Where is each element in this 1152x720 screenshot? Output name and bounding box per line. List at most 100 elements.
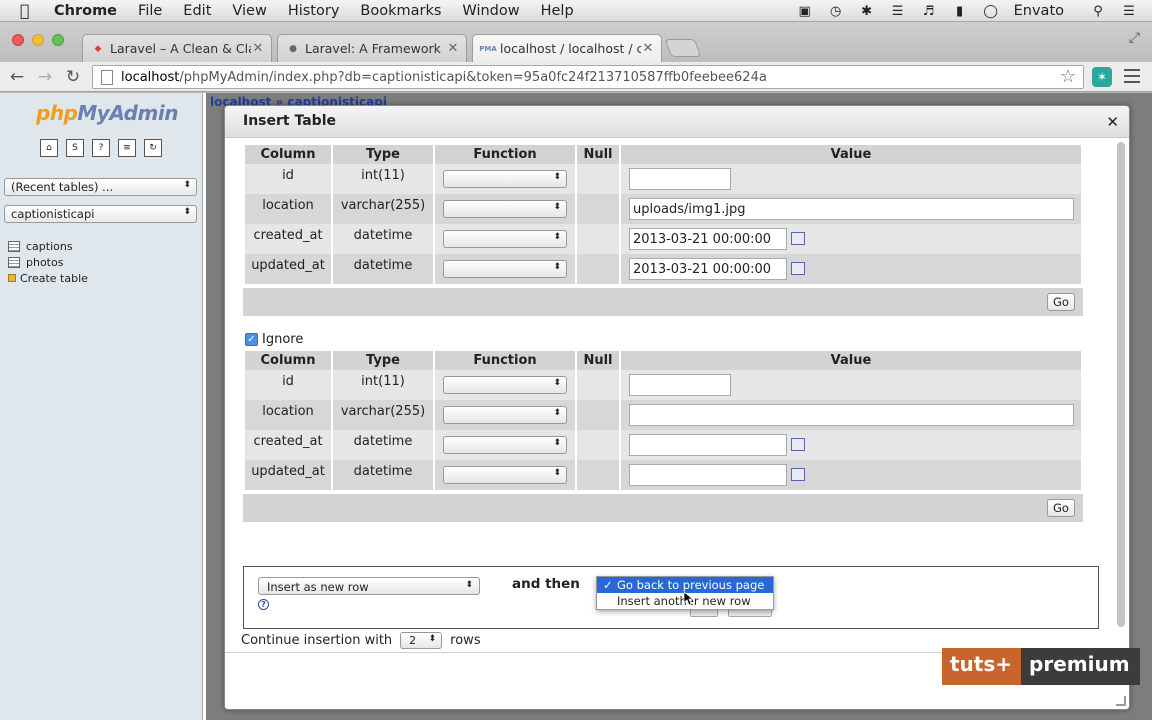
bluetooth-icon[interactable]: ✱ [856, 3, 878, 19]
function-select[interactable] [443, 230, 567, 248]
help-icon[interactable]: ? [92, 139, 110, 157]
window-zoom-button[interactable] [52, 34, 64, 46]
menu-help[interactable]: Help [541, 3, 574, 19]
value-input[interactable] [629, 404, 1074, 426]
chrome-menu-icon[interactable] [1124, 69, 1140, 83]
tab-close-icon[interactable]: ✕ [641, 41, 655, 56]
calendar-icon[interactable] [791, 468, 805, 481]
value-input[interactable] [629, 168, 731, 190]
table-icon [8, 256, 20, 268]
bookmark-star-icon[interactable]: ☆ [1060, 66, 1076, 87]
home-icon[interactable]: ⌂ [40, 139, 58, 157]
watermark-tuts: tuts+ [942, 648, 1022, 685]
close-icon[interactable]: ✕ [1106, 113, 1119, 131]
cell-function [435, 194, 575, 224]
volume-icon[interactable]: ♬ [918, 3, 940, 19]
pma-sidebar: phpMyAdmin ⌂ S ? ≡ ↻ (Recent tables) ...… [0, 93, 203, 720]
menu-history[interactable]: History [288, 3, 340, 19]
menu-edit[interactable]: Edit [183, 3, 211, 19]
fullscreen-icon[interactable]: ⤢ [1129, 30, 1140, 46]
cell-value [621, 400, 1081, 430]
database-select[interactable]: captionisticapi ⬍ [4, 205, 197, 223]
spotlight-icon[interactable]: ⚲ [1087, 3, 1109, 19]
sql-icon[interactable]: S [66, 139, 84, 157]
notification-center-icon[interactable]: ☰ [1118, 3, 1140, 19]
continue-rows-select[interactable]: 2 ⬍ [400, 632, 443, 649]
menu-view[interactable]: View [232, 3, 266, 19]
function-select[interactable] [443, 260, 567, 278]
forward-button[interactable]: → [34, 66, 56, 88]
function-select[interactable] [443, 170, 567, 188]
window-minimize-button[interactable] [32, 34, 44, 46]
menu-file[interactable]: File [138, 3, 162, 19]
function-select[interactable] [443, 406, 567, 424]
help-icon[interactable]: ? [258, 599, 269, 610]
tab-laravel-framework[interactable]: ● Laravel: A Framework For ✕ [277, 34, 467, 62]
refresh-icon[interactable]: ↻ [144, 139, 162, 157]
go-button[interactable]: Go [1047, 499, 1075, 517]
value-input[interactable]: 2013-03-21 00:00:00 [629, 228, 787, 250]
wifi-icon[interactable]: ☰ [887, 3, 909, 19]
calendar-icon[interactable] [791, 262, 805, 275]
camera-icon[interactable]: ▣ [794, 3, 816, 19]
back-button[interactable]: ← [6, 66, 28, 88]
after-option-go-back[interactable]: ✓ Go back to previous page [597, 577, 773, 593]
menu-app[interactable]: Chrome [54, 3, 117, 19]
menubar-user[interactable]: Envato [1014, 3, 1064, 19]
value-input[interactable]: 2013-03-21 00:00:00 [629, 258, 787, 280]
tab-title: localhost / localhost / cap [500, 41, 641, 56]
value-input[interactable] [629, 374, 731, 396]
ignore-checkbox[interactable]: ✓ [245, 333, 258, 346]
go-button[interactable]: Go [1047, 293, 1075, 311]
reload-button[interactable]: ↻ [62, 66, 84, 88]
time-machine-icon[interactable]: ◷ [825, 3, 847, 19]
recent-tables-select[interactable]: (Recent tables) ... ⬍ [4, 178, 197, 196]
value-input[interactable] [629, 464, 787, 486]
tab-title: Laravel – A Clean & Classy [110, 41, 251, 56]
table-row: location varchar(255) [245, 400, 1081, 430]
apple-icon[interactable]:  [20, 1, 38, 20]
calendar-icon[interactable] [791, 438, 805, 451]
cell-column: id [245, 370, 331, 400]
select-arrow-icon: ⬍ [183, 207, 191, 217]
and-then-label: and then [512, 576, 580, 592]
new-tab-button[interactable] [664, 39, 702, 57]
dialog-titlebar[interactable]: Insert Table ✕ [225, 106, 1129, 138]
tree-item-photos[interactable]: photos [8, 254, 88, 270]
insert-mode-select[interactable]: Insert as new row ⬍ [258, 577, 480, 595]
mac-menubar:  Chrome File Edit View History Bookmark… [0, 0, 1152, 22]
continue-rows-value: 2 [409, 634, 417, 647]
menu-bookmarks[interactable]: Bookmarks [360, 3, 441, 19]
extension-icon[interactable]: ✶ [1092, 67, 1112, 87]
docs-icon[interactable]: ≡ [118, 139, 136, 157]
tab-phpmyadmin[interactable]: PMA localhost / localhost / cap ✕ [472, 34, 662, 62]
function-select[interactable] [443, 376, 567, 394]
pma-icon-bar: ⌂ S ? ≡ ↻ [40, 139, 170, 157]
menu-window[interactable]: Window [462, 3, 519, 19]
value-input[interactable] [629, 434, 787, 456]
battery-icon[interactable]: ▮ [949, 3, 971, 19]
dialog-scrollbar[interactable] [1117, 142, 1125, 627]
function-select[interactable] [443, 200, 567, 218]
ignore-toggle[interactable]: ✓ Ignore [245, 332, 303, 347]
pma-logo[interactable]: phpMyAdmin [36, 101, 178, 125]
function-select[interactable] [443, 466, 567, 484]
continue-label: Continue insertion with [241, 633, 393, 648]
tab-close-icon[interactable]: ✕ [251, 41, 265, 56]
value-input[interactable]: uploads/img1.jpg [629, 198, 1074, 220]
address-bar[interactable]: localhost/phpMyAdmin/index.php?db=captio… [92, 65, 1084, 89]
tree-item-captions[interactable]: captions [8, 238, 88, 254]
clock-icon[interactable]: ◯ [980, 3, 1002, 19]
calendar-icon[interactable] [791, 232, 805, 245]
select-arrow-icon: ⬍ [428, 634, 437, 644]
tree-item-create-table[interactable]: Create table [8, 270, 88, 286]
resize-handle[interactable] [1116, 696, 1126, 706]
window-close-button[interactable] [12, 34, 24, 46]
insert-options-box: Insert as new row ⬍ ? and then ✓ Go back … [243, 566, 1099, 629]
cell-null [577, 164, 619, 194]
tab-laravel-clean[interactable]: ◆ Laravel – A Clean & Classy ✕ [82, 34, 272, 62]
table-row: updated_at datetime [245, 460, 1081, 490]
function-select[interactable] [443, 436, 567, 454]
cell-function [435, 460, 575, 490]
tab-close-icon[interactable]: ✕ [446, 41, 460, 56]
